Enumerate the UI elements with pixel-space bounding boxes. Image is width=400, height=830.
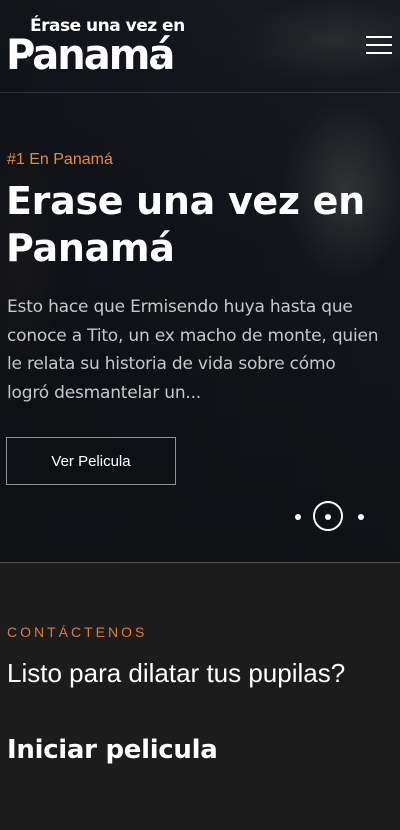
slider-dot-3[interactable]	[358, 514, 364, 520]
slider-dot-2-center	[325, 514, 331, 520]
logo-star-icon	[23, 55, 33, 65]
slider-pagination	[288, 500, 368, 536]
hero-kicker: #1 En Panamá	[7, 151, 113, 168]
hero-section: Érase una vez en Panamá #1 En Panamá Era…	[0, 0, 400, 562]
hero-title: Erase una vez en Panamá	[6, 179, 365, 270]
contact-label: CONTÁCTENOS	[7, 624, 148, 640]
slider-dot-1[interactable]	[295, 514, 301, 520]
logo-star-icon	[155, 55, 165, 65]
hero-description: Esto hace que Ermisendo huya hasta que c…	[7, 297, 379, 403]
site-logo[interactable]: Érase una vez en Panamá	[6, 14, 185, 79]
contact-section: CONTÁCTENOS Listo para dilatar tus pupil…	[0, 563, 400, 830]
header-divider	[0, 92, 400, 93]
start-movie-link[interactable]: Iniciar pelicula	[7, 735, 218, 765]
watch-movie-button[interactable]: Ver Pelicula	[6, 437, 176, 485]
contact-heading: Listo para dilatar tus pupilas?	[7, 658, 346, 688]
hamburger-menu-icon[interactable]	[366, 36, 392, 56]
